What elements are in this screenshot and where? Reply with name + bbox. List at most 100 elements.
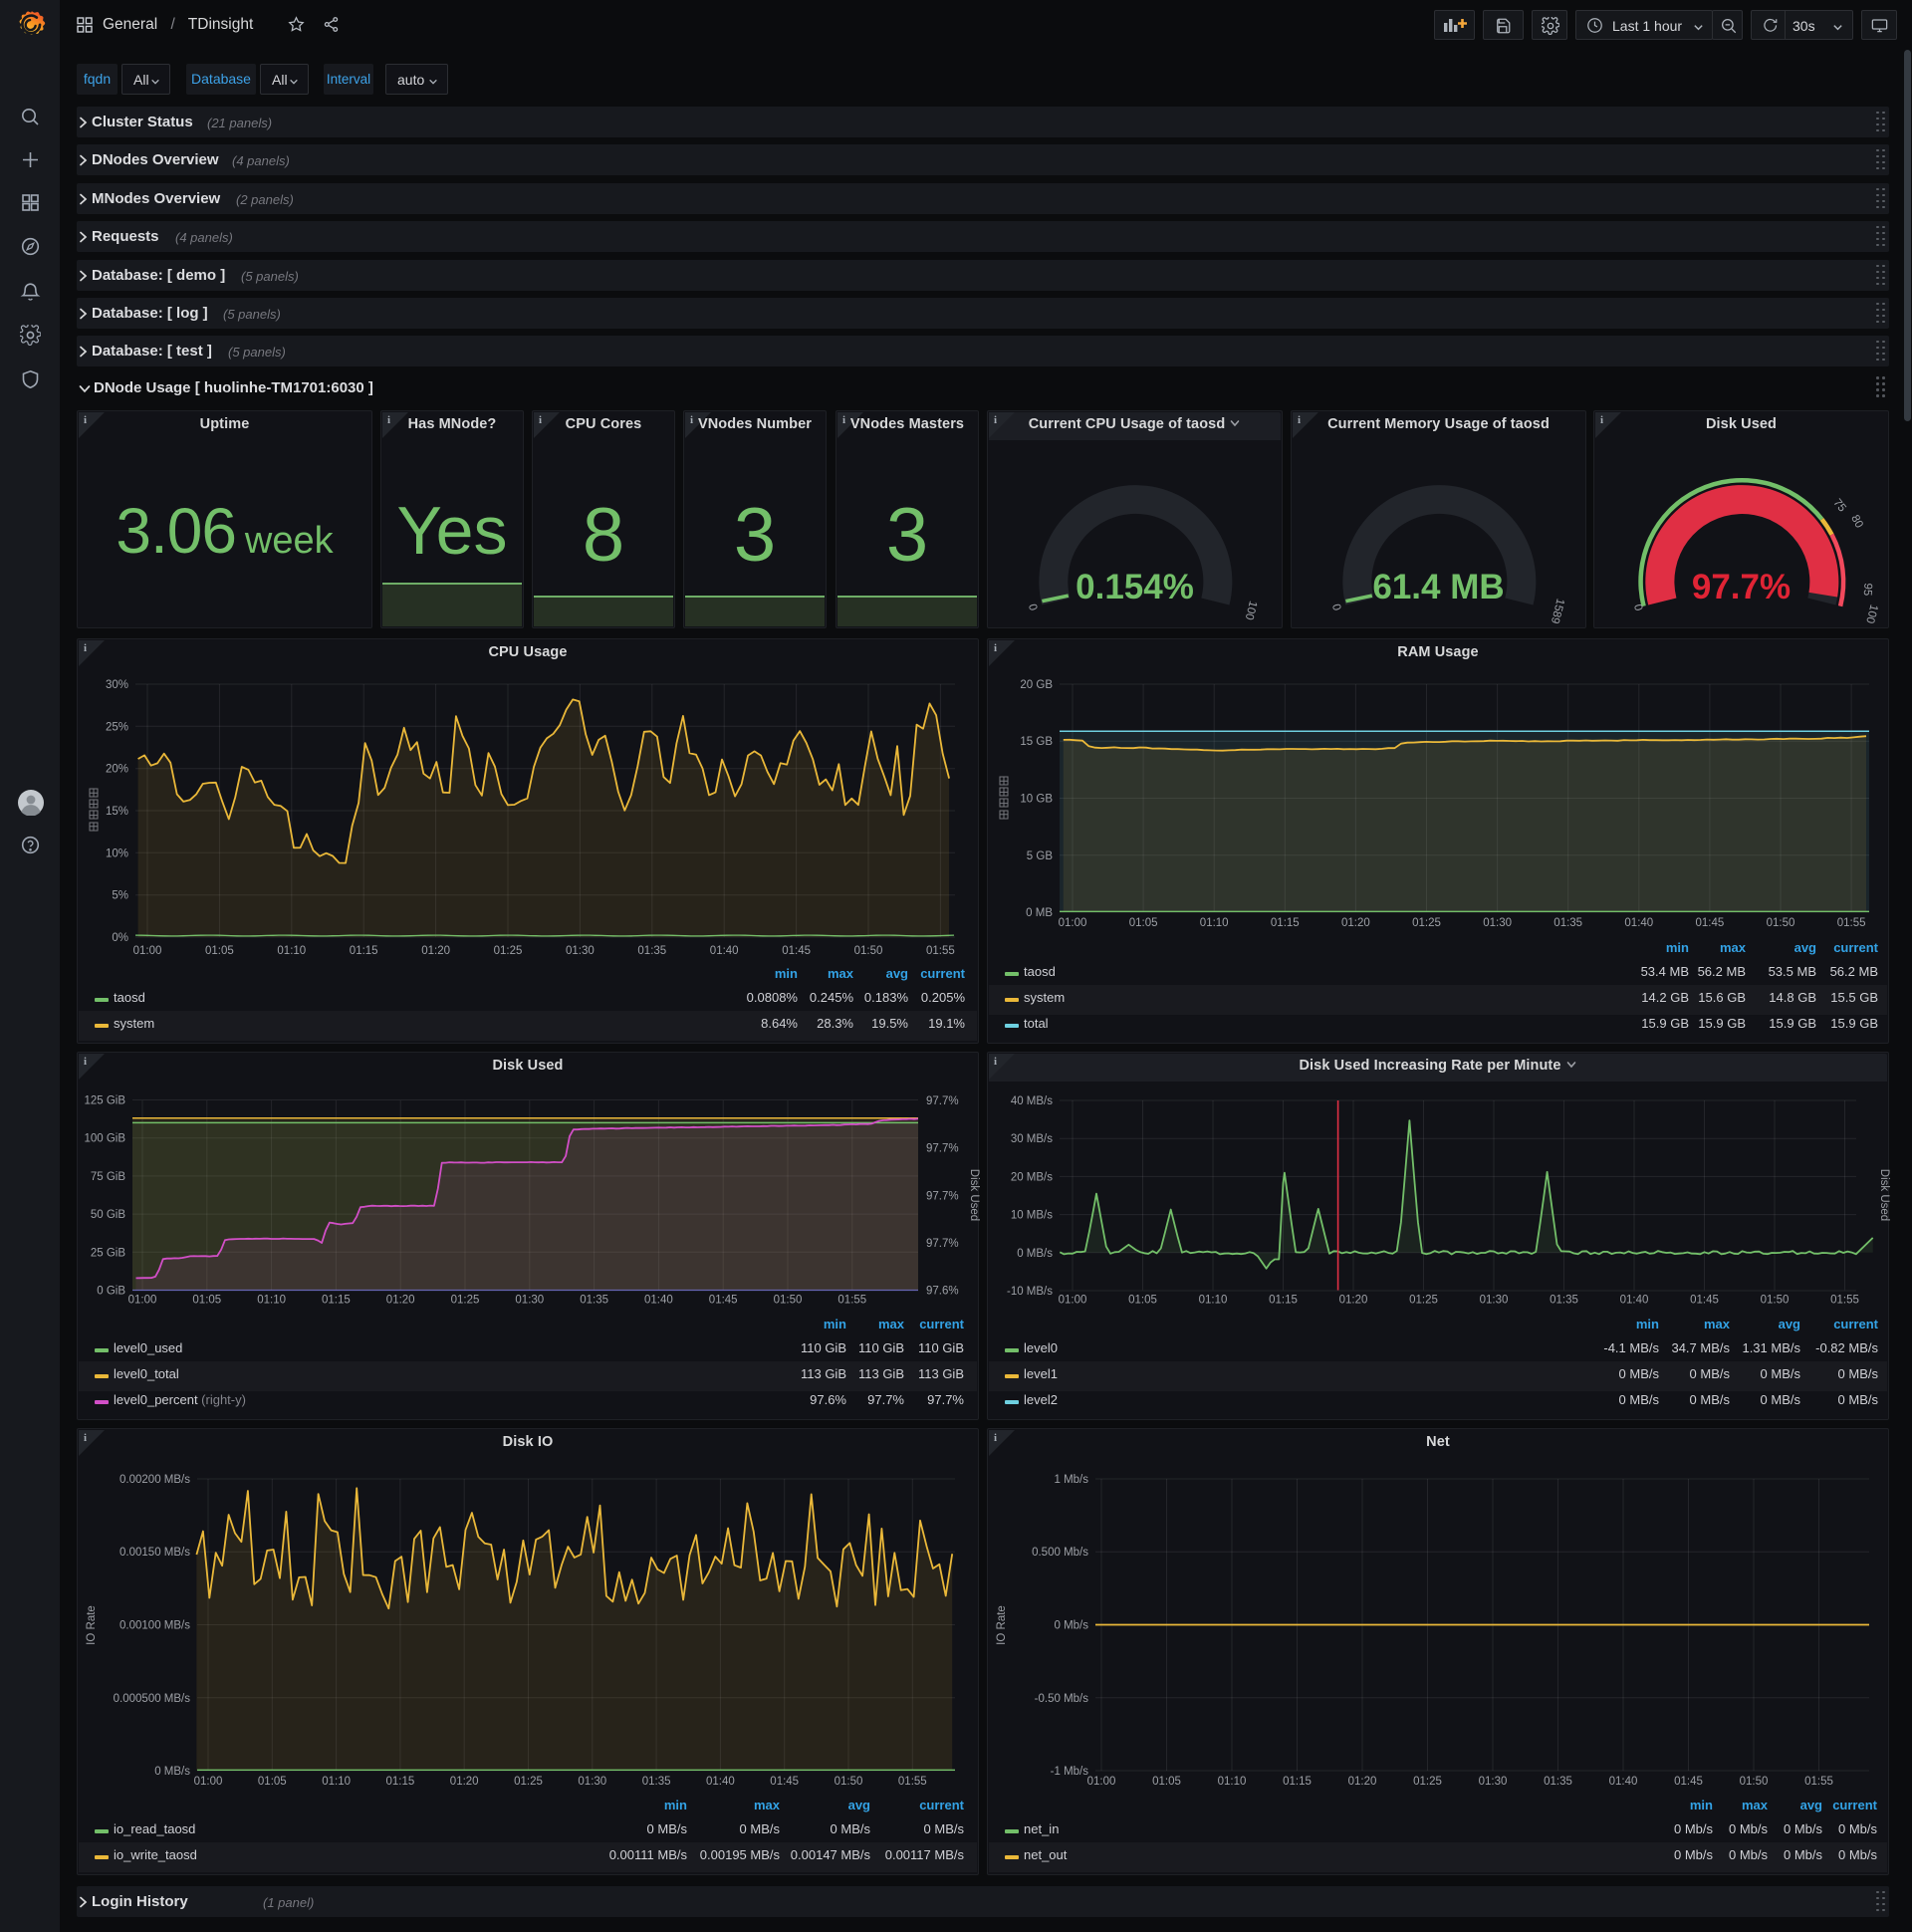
svg-text:40 MB/s: 40 MB/s bbox=[1011, 1095, 1053, 1107]
svg-text:01:00: 01:00 bbox=[1087, 1776, 1116, 1788]
svg-text:01:50: 01:50 bbox=[854, 945, 883, 957]
svg-text:01:20: 01:20 bbox=[1339, 1295, 1368, 1307]
svg-text:01:50: 01:50 bbox=[1767, 917, 1795, 929]
svg-text:15 GB: 15 GB bbox=[1020, 736, 1053, 748]
svg-text:01:35: 01:35 bbox=[642, 1776, 671, 1788]
svg-text:01:45: 01:45 bbox=[1690, 1295, 1719, 1307]
svg-text:01:05: 01:05 bbox=[1128, 1295, 1157, 1307]
svg-text:01:00: 01:00 bbox=[128, 1295, 157, 1307]
svg-text:01:35: 01:35 bbox=[1554, 917, 1582, 929]
svg-text:01:55: 01:55 bbox=[926, 945, 955, 957]
svg-text:01:05: 01:05 bbox=[1129, 917, 1158, 929]
svg-text:125 GiB: 125 GiB bbox=[84, 1095, 125, 1107]
svg-text:IO Rate: IO Rate bbox=[996, 1605, 1008, 1645]
svg-text:0 MB: 0 MB bbox=[1026, 907, 1053, 919]
svg-text:0%: 0% bbox=[112, 932, 128, 944]
svg-text:97.7%: 97.7% bbox=[926, 1095, 959, 1107]
svg-text:5 GB: 5 GB bbox=[1027, 850, 1054, 862]
svg-text:01:25: 01:25 bbox=[451, 1295, 480, 1307]
svg-text:01:25: 01:25 bbox=[1412, 917, 1441, 929]
svg-text:01:15: 01:15 bbox=[1271, 917, 1300, 929]
svg-text:97.7%: 97.7% bbox=[926, 1238, 959, 1250]
svg-text:0.00100 MB/s: 0.00100 MB/s bbox=[120, 1620, 190, 1632]
svg-text:01:15: 01:15 bbox=[1269, 1295, 1298, 1307]
svg-text:01:40: 01:40 bbox=[710, 945, 739, 957]
svg-text:0.500 Mb/s: 0.500 Mb/s bbox=[1032, 1547, 1088, 1559]
svg-text:01:05: 01:05 bbox=[1152, 1776, 1181, 1788]
svg-text:0 MB/s: 0 MB/s bbox=[1017, 1248, 1053, 1260]
svg-text:50 GiB: 50 GiB bbox=[91, 1209, 125, 1221]
svg-text:01:55: 01:55 bbox=[1804, 1776, 1833, 1788]
svg-text:75: 75 bbox=[1830, 497, 1847, 514]
svg-text:0.000500 MB/s: 0.000500 MB/s bbox=[114, 1693, 191, 1705]
svg-text:0 GiB: 0 GiB bbox=[97, 1286, 125, 1298]
svg-text:01:30: 01:30 bbox=[578, 1776, 606, 1788]
svg-text:01:45: 01:45 bbox=[1696, 917, 1725, 929]
svg-text:01:45: 01:45 bbox=[709, 1295, 738, 1307]
svg-text:01:25: 01:25 bbox=[514, 1776, 543, 1788]
svg-text:01:40: 01:40 bbox=[1620, 1295, 1649, 1307]
svg-text:0 Mb/s: 0 Mb/s bbox=[1054, 1620, 1088, 1632]
svg-text:01:50: 01:50 bbox=[774, 1295, 803, 1307]
svg-text:01:30: 01:30 bbox=[515, 1295, 544, 1307]
svg-text:01:00: 01:00 bbox=[133, 945, 162, 957]
svg-text:01:20: 01:20 bbox=[1341, 917, 1370, 929]
svg-text:97.6%: 97.6% bbox=[926, 1286, 959, 1298]
svg-text:20 GB: 20 GB bbox=[1020, 679, 1053, 691]
svg-text:15%: 15% bbox=[106, 806, 128, 818]
svg-text:01:10: 01:10 bbox=[1199, 1295, 1228, 1307]
svg-text:20%: 20% bbox=[106, 764, 128, 776]
svg-text:10%: 10% bbox=[106, 847, 128, 859]
svg-text:01:45: 01:45 bbox=[782, 945, 811, 957]
svg-text:01:05: 01:05 bbox=[205, 945, 234, 957]
svg-text:0 MB/s: 0 MB/s bbox=[154, 1766, 190, 1778]
svg-text:97.7%: 97.7% bbox=[926, 1143, 959, 1155]
svg-text:25%: 25% bbox=[106, 721, 128, 733]
svg-text:01:35: 01:35 bbox=[1544, 1776, 1572, 1788]
svg-text:01:25: 01:25 bbox=[1409, 1295, 1438, 1307]
svg-text:0.00200 MB/s: 0.00200 MB/s bbox=[120, 1474, 190, 1486]
svg-text:5%: 5% bbox=[112, 890, 128, 902]
svg-text:01:00: 01:00 bbox=[1059, 1295, 1087, 1307]
svg-text:01:35: 01:35 bbox=[1550, 1295, 1578, 1307]
svg-text:IO Rate: IO Rate bbox=[86, 1605, 98, 1645]
svg-text:01:55: 01:55 bbox=[837, 1295, 866, 1307]
svg-text:97.7%: 97.7% bbox=[926, 1190, 959, 1202]
svg-text:01:15: 01:15 bbox=[386, 1776, 415, 1788]
svg-text:30 MB/s: 30 MB/s bbox=[1011, 1133, 1053, 1145]
svg-text:01:15: 01:15 bbox=[350, 945, 378, 957]
svg-text:01:00: 01:00 bbox=[1059, 917, 1087, 929]
svg-text:01:20: 01:20 bbox=[386, 1295, 415, 1307]
svg-text:01:30: 01:30 bbox=[566, 945, 595, 957]
svg-text:01:15: 01:15 bbox=[322, 1295, 351, 1307]
svg-text:01:55: 01:55 bbox=[1837, 917, 1866, 929]
svg-text:20 MB/s: 20 MB/s bbox=[1011, 1171, 1053, 1183]
svg-text:01:30: 01:30 bbox=[1483, 917, 1512, 929]
svg-text:01:55: 01:55 bbox=[1830, 1295, 1859, 1307]
svg-text:1 Mb/s: 1 Mb/s bbox=[1054, 1474, 1088, 1486]
svg-text:01:05: 01:05 bbox=[258, 1776, 287, 1788]
svg-text:01:20: 01:20 bbox=[1348, 1776, 1377, 1788]
svg-text:Disk Used: Disk Used bbox=[1878, 1169, 1890, 1221]
svg-text:01:20: 01:20 bbox=[421, 945, 450, 957]
svg-text:-10 MB/s: -10 MB/s bbox=[1007, 1286, 1053, 1298]
svg-text:01:10: 01:10 bbox=[1218, 1776, 1247, 1788]
svg-text:01:45: 01:45 bbox=[770, 1776, 799, 1788]
svg-text:01:45: 01:45 bbox=[1674, 1776, 1703, 1788]
svg-text:01:10: 01:10 bbox=[257, 1295, 286, 1307]
svg-text:0.00150 MB/s: 0.00150 MB/s bbox=[120, 1547, 190, 1559]
svg-text:-1 Mb/s: -1 Mb/s bbox=[1051, 1766, 1089, 1778]
svg-text:01:40: 01:40 bbox=[1609, 1776, 1638, 1788]
svg-text:100 GiB: 100 GiB bbox=[84, 1133, 125, 1145]
svg-text:80: 80 bbox=[1848, 513, 1865, 530]
svg-text:01:30: 01:30 bbox=[1479, 1776, 1508, 1788]
svg-text:30%: 30% bbox=[106, 679, 128, 691]
svg-text:01:10: 01:10 bbox=[322, 1776, 351, 1788]
svg-text:01:35: 01:35 bbox=[637, 945, 666, 957]
svg-text:01:55: 01:55 bbox=[898, 1776, 927, 1788]
svg-text:-0.50 Mb/s: -0.50 Mb/s bbox=[1035, 1693, 1089, 1705]
svg-text:01:50: 01:50 bbox=[1740, 1776, 1769, 1788]
svg-text:01:40: 01:40 bbox=[1624, 917, 1653, 929]
svg-text:01:40: 01:40 bbox=[706, 1776, 735, 1788]
svg-text:75 GiB: 75 GiB bbox=[91, 1171, 125, 1183]
